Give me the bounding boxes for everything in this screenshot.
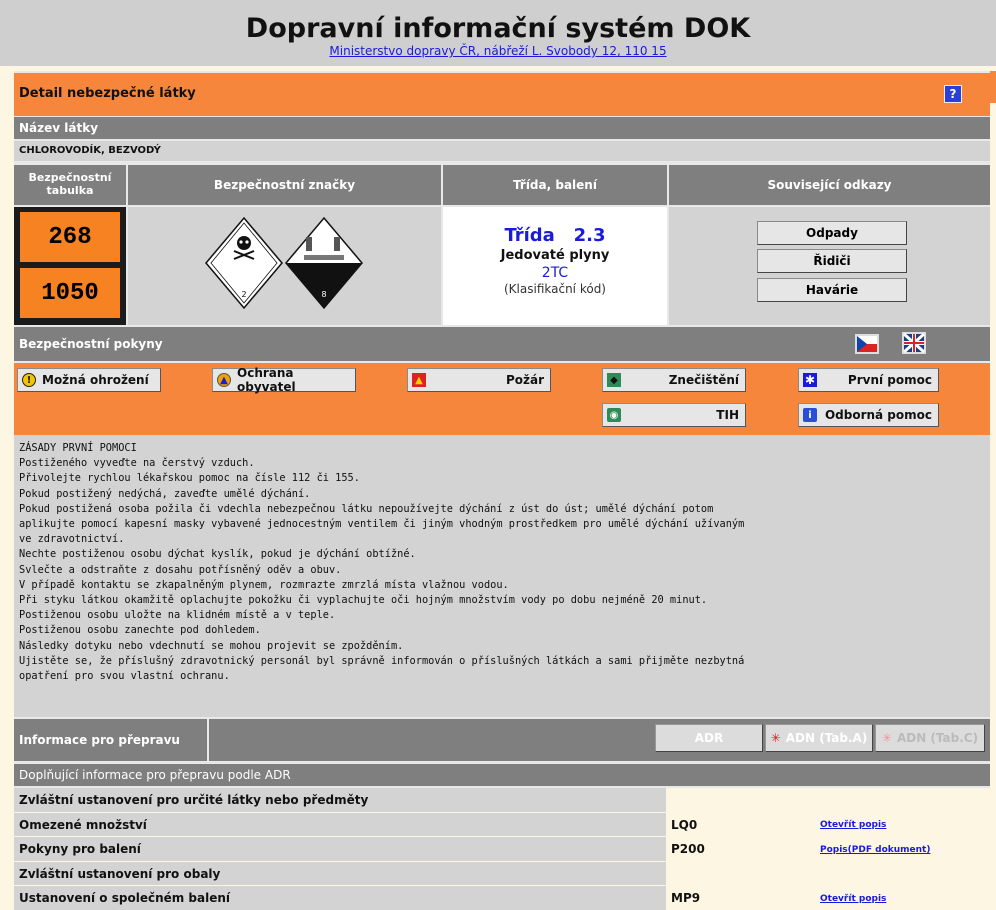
adr-row-value: MP9 — [671, 891, 701, 905]
adr-subheader: Doplňující informace pro přepravu podle … — [14, 764, 990, 786]
population-protection-button[interactable]: ▲ Ochrana obyvatel — [212, 366, 356, 394]
substance-name: CHLOROVODÍK, BEZVODÝ — [14, 141, 990, 161]
classification-code: 2TC — [541, 265, 569, 281]
hazard-cell: 268 1050 — [14, 207, 126, 325]
waste-button[interactable]: Odpady — [757, 221, 907, 245]
fire-button[interactable]: ▲ Požár — [407, 368, 551, 392]
detail-title: Detail nebezpečné látky — [19, 86, 196, 101]
class-name: Jedovaté plyny — [500, 248, 610, 263]
class-cell: Třída 2.3 Jedovaté plyny 2TC (Klasifikač… — [443, 207, 667, 325]
tab-adn-a[interactable]: ✳ ADN (Tab.A) — [765, 724, 873, 752]
adr-row-label: Zvláštní ustanovení pro určité látky neb… — [14, 788, 666, 812]
content-area: Detail nebezpečné látky ? Název látky CH… — [14, 71, 990, 910]
hazard-labels: 2 8 — [205, 216, 363, 310]
transport-tabs: ADR ✳ ADN (Tab.A) ✳ ADN (Tab.C) — [209, 719, 990, 761]
adr-row-label: Ustanovení o společném balení — [14, 886, 666, 910]
svg-text:2: 2 — [241, 290, 246, 299]
safety-signs-cell: 2 8 — [128, 207, 441, 325]
warning-icon: ! — [22, 373, 36, 387]
uk-flag-icon: ✳ — [881, 731, 892, 745]
safety-header: Bezpečnostní pokyny — [14, 327, 990, 361]
first-aid-button[interactable]: ✱ První pomoc — [798, 368, 939, 392]
expert-help-button[interactable]: i Odborná pomoc — [798, 403, 939, 427]
drivers-button[interactable]: Řidiči — [757, 249, 907, 273]
adr-row-value: P200 — [671, 842, 705, 856]
tih-button[interactable]: ◉ TIH — [602, 403, 746, 427]
svg-text:8: 8 — [321, 290, 326, 299]
tab-adr[interactable]: ADR — [655, 724, 763, 752]
uk-flag-icon[interactable] — [902, 332, 926, 354]
app-title: Dopravní informační systém DOK — [245, 13, 751, 44]
instructions-text: ZÁSADY PRVNÍ POMOCI Postiženého vyveďte … — [19, 442, 745, 683]
col-safety-table: Bezpečnostní tabulka — [14, 165, 126, 205]
adr-row-label: Omezené množství — [14, 813, 666, 836]
corrosive-label-icon: 8 — [285, 216, 363, 310]
uk-flag-icon: ✳ — [770, 731, 781, 745]
class-value: Třída 2.3 — [504, 225, 606, 246]
un-number: 1050 — [20, 268, 120, 318]
safety-title: Bezpečnostní pokyny — [19, 337, 163, 351]
pollution-button[interactable]: ◆ Znečištění — [602, 368, 746, 392]
info-icon: i — [803, 408, 817, 422]
col-related-links: Související odkazy — [669, 165, 990, 205]
detail-header: Detail nebezpečné látky ? — [14, 73, 990, 116]
instructions-panel: ZÁSADY PRVNÍ POMOCI Postiženého vyveďte … — [14, 435, 990, 717]
adr-table: Zvláštní ustanovení pro určité látky neb… — [14, 788, 990, 910]
hazard-plate: 268 1050 — [14, 207, 126, 325]
help-button[interactable]: ? — [944, 85, 962, 103]
substance-label: Název látky — [14, 117, 990, 139]
fire-icon: ▲ — [412, 373, 426, 387]
related-links-cell: Odpady Řidiči Havárie — [669, 207, 990, 325]
adr-row-label: Pokyny pro balení — [14, 837, 666, 861]
classification-code-label: (Klasifikační kód) — [504, 282, 606, 296]
top-banner: Dopravní informační systém DOK Ministers… — [0, 0, 996, 66]
tab-adn-c[interactable]: ✳ ADN (Tab.C) — [875, 724, 985, 752]
adr-row-value: LQ0 — [671, 818, 698, 832]
adr-row-link[interactable]: Otevřít popis — [820, 820, 886, 830]
adr-row-label: Zvláštní ustanovení pro obaly — [14, 862, 666, 885]
possible-hazards-button[interactable]: ! Možná ohrožení — [17, 368, 161, 392]
toxic-label-icon: 2 — [205, 216, 283, 310]
adr-row-link[interactable]: Popis(PDF dokument) — [820, 845, 930, 855]
ministry-link[interactable]: Ministerstvo dopravy ČR, nábřeží L. Svob… — [0, 44, 996, 58]
col-class-packing: Třída, balení — [443, 165, 667, 205]
pollution-icon: ◆ — [607, 373, 621, 387]
transport-title: Informace pro přepravu — [14, 719, 207, 761]
accident-button[interactable]: Havárie — [757, 278, 907, 302]
tih-icon: ◉ — [607, 408, 621, 422]
col-safety-signs: Bezpečnostní značky — [128, 165, 441, 205]
hazard-id-number: 268 — [20, 212, 120, 262]
right-edge-strip — [990, 71, 996, 103]
czech-flag-icon[interactable] — [855, 334, 879, 354]
first-aid-icon: ✱ — [803, 373, 817, 387]
civil-protection-icon: ▲ — [217, 373, 231, 387]
safety-buttons-panel: ! Možná ohrožení ▲ Ochrana obyvatel ▲ Po… — [14, 363, 990, 435]
